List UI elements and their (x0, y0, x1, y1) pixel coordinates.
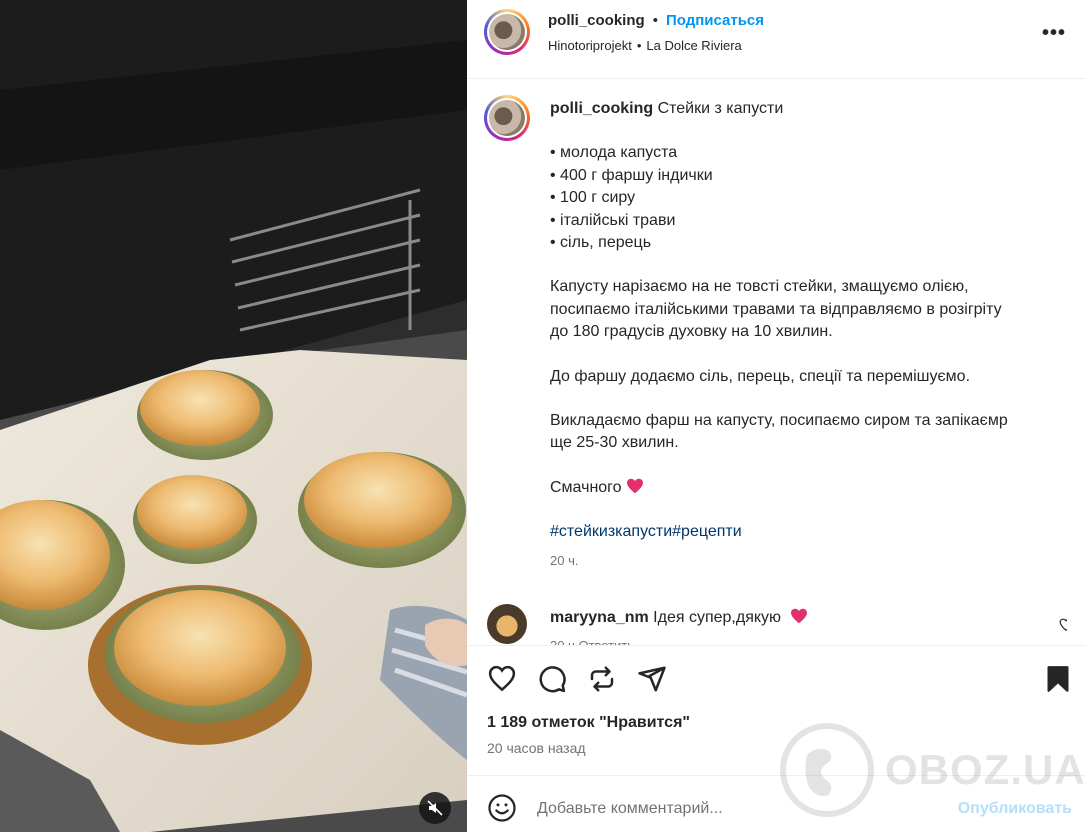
ingredient-item: • 400 г фаршу індички (550, 166, 713, 184)
ingredient-item: • 100 г сиру (550, 189, 636, 207)
pink-heart-emoji (790, 608, 807, 624)
step-line: Викладаємо фарш на капусту, посипаємо си… (550, 412, 1008, 430)
watermark: OBOZ.UA (777, 720, 1085, 820)
location-primary[interactable]: Hinotoriprojekt (548, 38, 632, 53)
commenter-username[interactable]: maryyna_nm (550, 609, 649, 626)
send-icon[interactable] (637, 664, 667, 694)
pink-heart-emoji (627, 478, 644, 494)
step-line: Капусту нарізаємо на не товсті стейки, з… (550, 278, 969, 296)
step-line: до 180 градусів духовку на 10 хвилин. (550, 323, 833, 341)
watermark-text: OBOZ.UA (885, 746, 1086, 793)
separator: • (636, 38, 642, 53)
step-line: ще 25-30 хвилин. (550, 434, 679, 452)
comment-text: Ідея супер,дякую (653, 609, 782, 626)
post-media[interactable] (0, 0, 467, 832)
post-caption: polli_cooking Стейки з капусти • молода … (550, 98, 1065, 572)
small-heart-icon[interactable] (1059, 618, 1067, 632)
muted-speaker-icon (427, 800, 443, 816)
caption-title: Стейки з капусти (657, 100, 784, 117)
comment-input[interactable]: Добавьте комментарий... (537, 800, 723, 818)
post-time-ago[interactable]: 20 часов назад (487, 740, 586, 756)
globe-icon (780, 723, 874, 817)
ingredient-item: • сіль, перець (550, 234, 652, 252)
comment-item: maryyna_nm Ідея супер,дякую 20 ч Ответит… (487, 604, 1067, 646)
ingredient-item: • італійські трави (550, 211, 676, 229)
step-line: посипаємо італійськими травами та відпра… (550, 300, 1002, 318)
bookmark-icon[interactable] (1044, 664, 1072, 694)
hashtag-link[interactable]: #стейкизкапусти (550, 523, 672, 540)
post-header: polli_cooking • Подписаться Hinotoriproj… (467, 0, 1086, 79)
comment-icon[interactable] (537, 664, 567, 694)
emoji-icon[interactable] (487, 793, 517, 823)
likes-count[interactable]: 1 189 отметок "Нравится" (487, 714, 690, 732)
hashtag-link[interactable]: #рецепти (672, 523, 742, 540)
post-panel: polli_cooking • Подписаться Hinotoriproj… (467, 0, 1086, 832)
caption-username[interactable]: polli_cooking (550, 100, 653, 117)
mute-button[interactable] (419, 792, 451, 824)
food-photo (0, 0, 467, 832)
avatar[interactable] (484, 9, 530, 55)
more-icon[interactable]: ••• (1042, 22, 1066, 45)
repost-icon[interactable] (587, 664, 617, 694)
heart-icon[interactable] (487, 664, 517, 694)
ingredient-item: • молода капуста (550, 144, 678, 162)
caption-avatar[interactable] (484, 95, 530, 141)
commenter-avatar[interactable] (487, 604, 527, 644)
step-line: До фаршу додаємо сіль, перець, спеції та… (550, 367, 971, 385)
signoff-text: Смачного (550, 478, 622, 496)
location-secondary[interactable]: La Dolce Riviera (646, 38, 741, 53)
separator: • (652, 12, 658, 29)
caption-timestamp[interactable]: 20 ч. (550, 553, 578, 568)
author-username[interactable]: polli_cooking (548, 12, 645, 29)
follow-button[interactable]: Подписаться (666, 12, 764, 29)
